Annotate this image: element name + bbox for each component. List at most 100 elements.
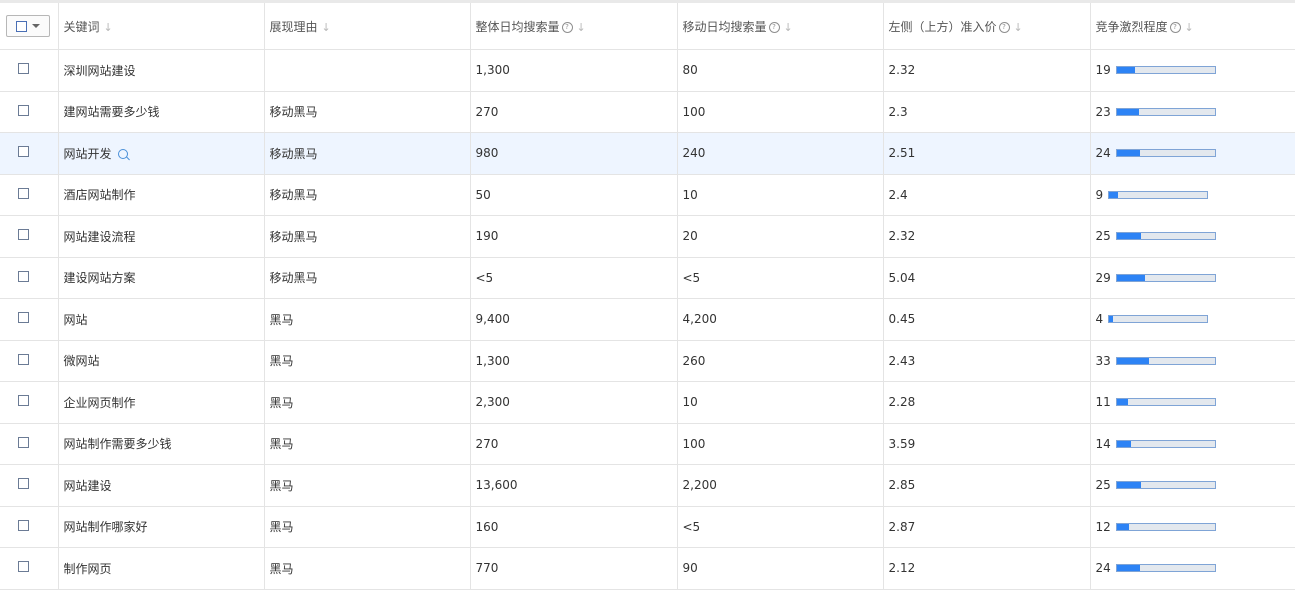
table-row[interactable]: 网站 黑马 9,400 4,200 0.45 4	[0, 298, 1295, 341]
row-checkbox[interactable]	[18, 270, 30, 282]
sort-down-icon[interactable]: ↓	[1185, 21, 1194, 34]
row-checkbox-cell	[0, 505, 59, 548]
keyword-cell: 网站开发	[57, 132, 265, 175]
price-cell: 2.51	[882, 132, 1091, 175]
competition-cell: 14	[1089, 422, 1295, 465]
row-checkbox[interactable]	[18, 519, 30, 531]
reason-text: 黑马	[269, 354, 294, 369]
price-value: 2.43	[888, 353, 916, 368]
help-icon[interactable]: ?	[1169, 21, 1181, 33]
row-checkbox[interactable]	[18, 561, 30, 573]
keyword-text[interactable]: 酒店网站制作	[64, 188, 136, 202]
mobile-search-cell: 10	[676, 173, 884, 216]
price-value: 2.32	[888, 63, 916, 78]
keyword-text[interactable]: 网站	[64, 313, 88, 327]
sort-down-icon[interactable]: ↓	[1014, 21, 1023, 34]
reason-cell: 黑马	[263, 298, 471, 341]
table-row[interactable]: 建网站需要多少钱 移动黑马 270 100 2.3 23	[0, 90, 1295, 133]
table-row[interactable]: 网站开发 移动黑马 980 240 2.51 24	[0, 132, 1295, 175]
price-cell: 2.3	[882, 90, 1091, 133]
search-icon[interactable]	[117, 148, 128, 159]
sort-down-icon[interactable]: ↓	[577, 21, 586, 34]
row-checkbox-cell	[0, 464, 59, 507]
keyword-text[interactable]: 制作网页	[64, 562, 112, 576]
competition-bar	[1115, 66, 1216, 75]
row-checkbox-cell	[0, 173, 59, 216]
keyword-text[interactable]: 企业网页制作	[64, 396, 136, 410]
competition-bar	[1115, 149, 1216, 158]
mobile-search-cell: 4,200	[676, 298, 884, 341]
row-checkbox[interactable]	[18, 436, 30, 448]
mobile-search-value: 260	[682, 353, 706, 368]
row-checkbox[interactable]	[18, 146, 30, 158]
price-cell: 2.32	[882, 215, 1091, 258]
keyword-text[interactable]: 微网站	[64, 354, 100, 368]
competition-cell: 33	[1089, 339, 1295, 382]
reason-text: 黑马	[269, 478, 294, 493]
keyword-text[interactable]: 网站建设	[64, 479, 112, 493]
table-row[interactable]: 网站建设流程 移动黑马 190 20 2.32 25	[0, 215, 1295, 258]
col-reason[interactable]: 展现理由 ↓	[263, 3, 471, 50]
table-row[interactable]: 微网站 黑马 1,300 260 2.43 33	[0, 339, 1295, 382]
reason-text: 黑马	[269, 437, 294, 452]
sort-down-icon[interactable]: ↓	[784, 21, 793, 34]
keyword-text[interactable]: 建网站需要多少钱	[64, 105, 160, 119]
competition-value: 24	[1095, 146, 1111, 161]
row-checkbox[interactable]	[18, 312, 30, 324]
col-daily-search[interactable]: 整体日均搜索量? ↓	[469, 3, 678, 50]
row-checkbox[interactable]	[18, 229, 30, 241]
col-mobile-search-label: 移动日均搜索量	[682, 19, 767, 34]
col-competition[interactable]: 竞争激烈程度? ↓	[1089, 3, 1295, 50]
table-row[interactable]: 网站建设 黑马 13,600 2,200 2.85 25	[0, 464, 1295, 507]
table-row[interactable]: 酒店网站制作 移动黑马 50 10 2.4 9	[0, 173, 1295, 216]
help-icon[interactable]: ?	[768, 21, 780, 33]
row-checkbox[interactable]	[18, 478, 30, 490]
row-checkbox[interactable]	[18, 395, 30, 407]
table-row[interactable]: 网站制作哪家好 黑马 160 <5 2.87 12	[0, 505, 1295, 548]
table-row[interactable]: 深圳网站建设 1,300 80 2.32 19	[0, 49, 1295, 92]
keyword-text[interactable]: 建设网站方案	[64, 271, 136, 285]
col-left-top-price[interactable]: 左侧（上方）准入价? ↓	[882, 3, 1091, 50]
row-checkbox[interactable]	[18, 104, 30, 116]
daily-search-value: 1,300	[475, 353, 510, 368]
competition-cell: 29	[1089, 256, 1295, 299]
help-icon[interactable]: ?	[561, 21, 573, 33]
col-keyword[interactable]: 关键词 ↓	[57, 3, 265, 50]
mobile-search-value: 10	[682, 395, 698, 410]
table-row[interactable]: 网站制作需要多少钱 黑马 270 100 3.59 14	[0, 422, 1295, 465]
mobile-search-value: 2,200	[682, 478, 717, 493]
keyword-text[interactable]: 网站开发	[64, 147, 112, 161]
price-value: 2.51	[888, 146, 916, 161]
select-all-dropdown[interactable]	[6, 15, 50, 37]
mobile-search-cell: 240	[676, 132, 884, 175]
daily-search-cell: 1,300	[469, 49, 678, 92]
table-row[interactable]: 企业网页制作 黑马 2,300 10 2.28 11	[0, 381, 1295, 424]
competition-value: 19	[1095, 63, 1111, 78]
table-row[interactable]: 建设网站方案 移动黑马 <5 <5 5.04 29	[0, 256, 1295, 299]
col-left-top-price-label: 左侧（上方）准入价	[888, 19, 997, 34]
help-icon[interactable]: ?	[998, 21, 1010, 33]
sort-down-icon[interactable]: ↓	[104, 21, 113, 34]
keyword-text[interactable]: 网站制作哪家好	[64, 520, 148, 534]
row-checkbox[interactable]	[18, 187, 30, 199]
daily-search-value: 980	[475, 146, 499, 161]
daily-search-value: 2,300	[475, 395, 510, 410]
sort-down-icon[interactable]: ↓	[322, 21, 331, 34]
row-checkbox[interactable]	[18, 353, 30, 365]
row-checkbox[interactable]	[18, 63, 30, 75]
competition-cell: 11	[1089, 381, 1295, 424]
keyword-text[interactable]: 深圳网站建设	[64, 64, 136, 78]
competition-bar	[1115, 522, 1216, 531]
keyword-text[interactable]: 网站制作需要多少钱	[64, 437, 172, 451]
daily-search-cell: 9,400	[469, 298, 678, 341]
col-mobile-search[interactable]: 移动日均搜索量? ↓	[676, 3, 884, 50]
competition-value: 11	[1095, 395, 1111, 410]
select-all-checkbox[interactable]	[16, 20, 27, 32]
competition-value: 29	[1095, 270, 1111, 285]
chevron-down-icon[interactable]	[32, 24, 40, 28]
mobile-search-cell: 20	[676, 215, 884, 258]
reason-cell	[263, 49, 471, 92]
keyword-text[interactable]: 网站建设流程	[64, 230, 136, 244]
competition-bar	[1115, 232, 1216, 241]
keyword-cell: 酒店网站制作	[57, 173, 265, 216]
